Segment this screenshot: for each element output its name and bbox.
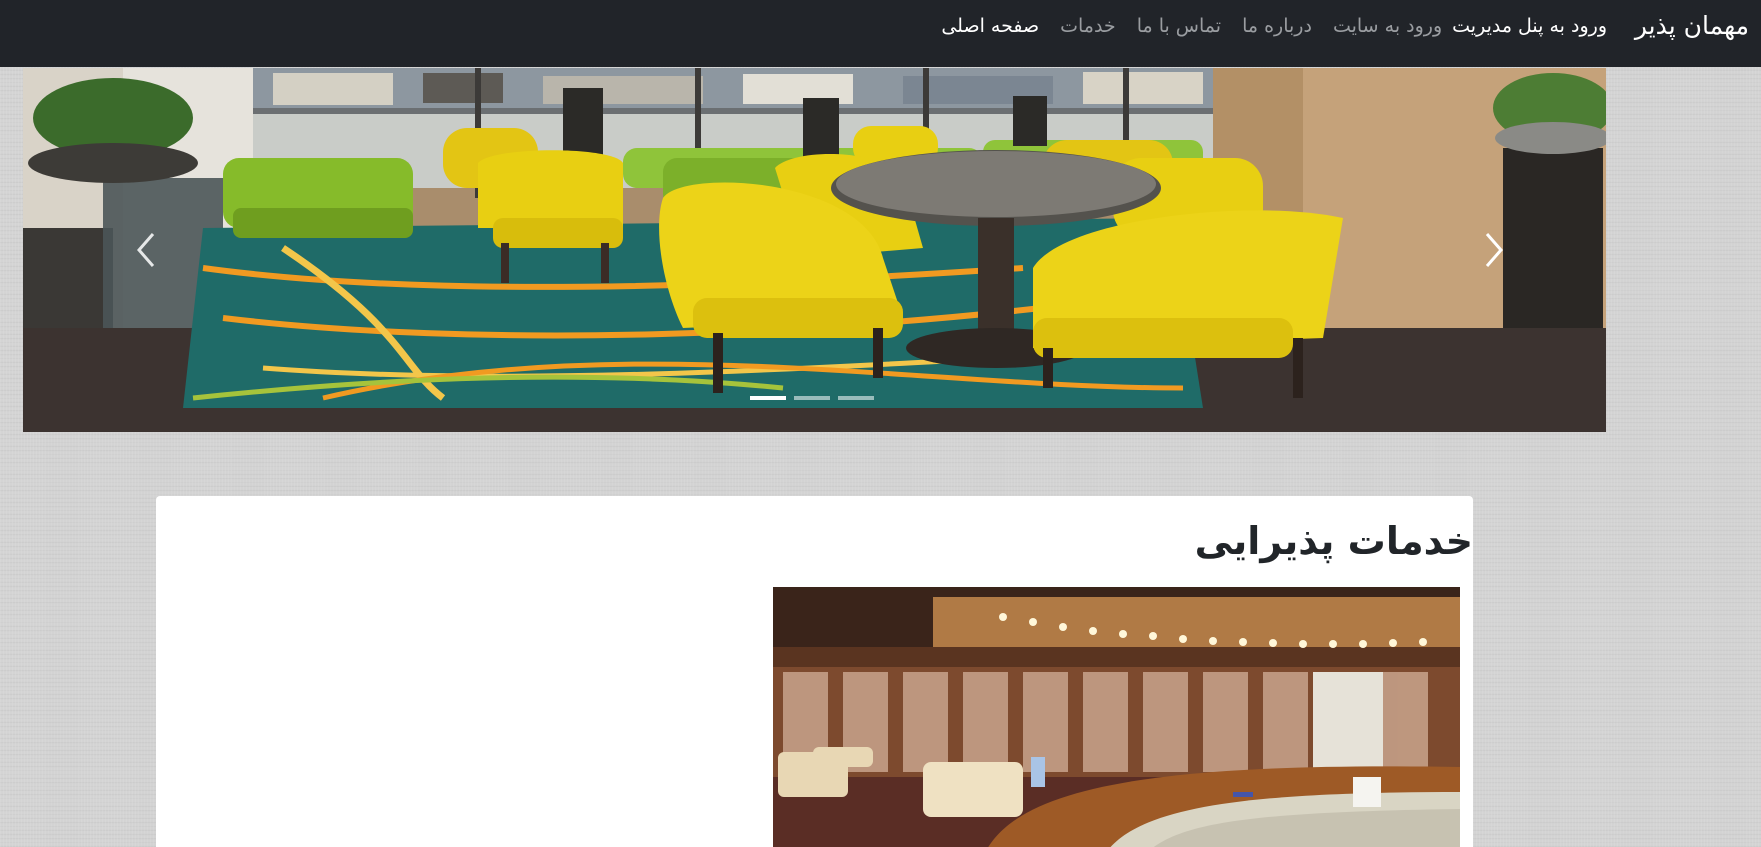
nav-item-contact[interactable]: تماس با ما [1137,14,1221,38]
top-navbar: مهمان پذیر صفحه اصلی خدمات تماس با ما در… [0,0,1761,67]
carousel-indicator-2[interactable] [794,396,830,400]
reception-bar-photo [773,587,1460,847]
nav-item-admin-panel[interactable]: ورود به پنل مدیریت [1452,14,1607,38]
chevron-left-icon[interactable] [133,228,163,272]
lounge-photo [23,68,1606,432]
carousel-indicator-3[interactable] [838,396,874,400]
carousel-indicator-1[interactable] [750,396,786,400]
hero-carousel [23,68,1606,432]
carousel-indicators [750,396,874,400]
nav-item-services[interactable]: خدمات [1060,14,1116,38]
services-title: خدمات پذیرایی [1194,519,1473,563]
chevron-right-icon[interactable] [1479,228,1509,272]
nav-item-login[interactable]: ورود به سایت [1333,14,1442,38]
nav-menu: صفحه اصلی خدمات تماس با ما درباره ما ورو… [920,14,1609,38]
nav-item-about[interactable]: درباره ما [1242,14,1312,38]
brand-logo-text[interactable]: مهمان پذیر [1635,10,1749,42]
nav-item-home[interactable]: صفحه اصلی [941,14,1039,38]
services-card: خدمات پذیرایی [156,496,1473,847]
